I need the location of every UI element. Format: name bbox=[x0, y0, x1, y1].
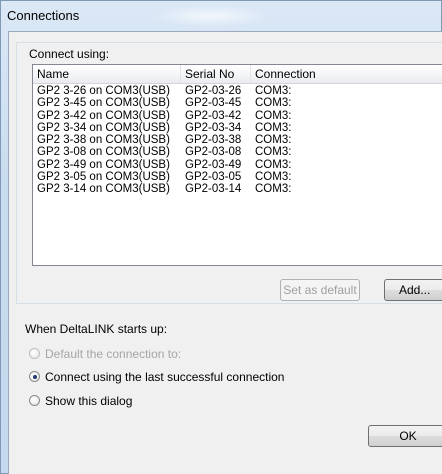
row-name: GP2 3-45 on COM3(USB) bbox=[37, 97, 170, 110]
row-serial: GP2-03-38 bbox=[185, 134, 242, 147]
list-row[interactable]: GP2 3-49 on COM3(USB) GP2-03-49 COM3: bbox=[33, 159, 442, 171]
row-name: GP2 3-05 on COM3(USB) bbox=[37, 171, 170, 184]
row-serial: GP2-03-14 bbox=[185, 183, 242, 196]
list-row[interactable]: GP2 3-42 on COM3(USB) GP2-03-42 COM3: bbox=[33, 110, 442, 122]
set-as-default-button[interactable]: Set as default bbox=[280, 279, 360, 301]
connections-list[interactable]: Name Serial No Connection GP2 3-26 on CO… bbox=[32, 64, 442, 266]
list-row[interactable]: GP2 3-14 on COM3(USB) GP2-03-14 COM3: bbox=[33, 183, 442, 195]
ok-button[interactable]: OK bbox=[368, 425, 442, 447]
row-serial: GP2-03-49 bbox=[185, 158, 242, 171]
row-connection: COM3: bbox=[255, 171, 292, 184]
row-name: GP2 3-14 on COM3(USB) bbox=[37, 183, 170, 196]
row-name: GP2 3-38 on COM3(USB) bbox=[37, 134, 170, 147]
title-bar[interactable]: Connections bbox=[1, 1, 441, 31]
column-header-connection[interactable]: Connection bbox=[251, 65, 442, 83]
radio-label: Show this dialog bbox=[45, 394, 133, 408]
list-row[interactable]: GP2 3-05 on COM3(USB) GP2-03-05 COM3: bbox=[33, 171, 442, 183]
list-row[interactable]: GP2 3-08 on COM3(USB) GP2-03-08 COM3: bbox=[33, 146, 442, 158]
row-serial: GP2-03-26 bbox=[185, 85, 242, 97]
list-row[interactable]: GP2 3-38 on COM3(USB) GP2-03-38 COM3: bbox=[33, 134, 442, 146]
radio-button-checked-icon bbox=[29, 371, 40, 382]
list-row[interactable]: GP2 3-26 on COM3(USB) GP2-03-26 COM3: bbox=[33, 85, 442, 97]
row-name: GP2 3-26 on COM3(USB) bbox=[37, 85, 170, 97]
radio-default-connection[interactable]: Default the connection to: bbox=[29, 346, 289, 362]
row-serial: GP2-03-08 bbox=[185, 146, 242, 159]
list-header: Name Serial No Connection bbox=[33, 65, 442, 84]
row-connection: COM3: bbox=[255, 97, 292, 110]
list-row[interactable]: GP2 3-45 on COM3(USB) GP2-03-45 COM3: bbox=[33, 97, 442, 109]
row-connection: COM3: bbox=[255, 158, 292, 171]
row-serial: GP2-03-42 bbox=[185, 109, 242, 122]
radio-button-icon bbox=[29, 348, 40, 359]
window-title: Connections bbox=[7, 8, 80, 23]
connect-using-label: Connect using: bbox=[27, 47, 112, 61]
add-button[interactable]: Add... bbox=[384, 279, 442, 301]
row-serial: GP2-03-45 bbox=[185, 97, 242, 110]
list-body: GP2 3-26 on COM3(USB) GP2-03-26 COM3: GP… bbox=[33, 85, 442, 196]
row-connection: COM3: bbox=[255, 134, 292, 147]
column-header-serial-no[interactable]: Serial No bbox=[181, 65, 251, 83]
list-row[interactable]: GP2 3-34 on COM3(USB) GP2-03-34 COM3: bbox=[33, 122, 442, 134]
row-connection: COM3: bbox=[255, 109, 292, 122]
row-name: GP2 3-49 on COM3(USB) bbox=[37, 158, 170, 171]
column-header-name[interactable]: Name bbox=[33, 65, 181, 83]
row-connection: COM3: bbox=[255, 85, 292, 97]
radio-last-successful-connection[interactable]: Connect using the last successful connec… bbox=[29, 369, 289, 385]
radio-label: Default the connection to: bbox=[45, 347, 182, 361]
row-name: GP2 3-08 on COM3(USB) bbox=[37, 146, 170, 159]
row-connection: COM3: bbox=[255, 146, 292, 159]
row-serial: GP2-03-05 bbox=[185, 171, 242, 184]
radio-button-icon bbox=[29, 395, 40, 406]
row-serial: GP2-03-34 bbox=[185, 121, 242, 134]
row-connection: COM3: bbox=[255, 121, 292, 134]
row-name: GP2 3-42 on COM3(USB) bbox=[37, 109, 170, 122]
title-bar-glow bbox=[151, 5, 271, 27]
radio-label: Connect using the last successful connec… bbox=[45, 370, 285, 384]
row-name: GP2 3-34 on COM3(USB) bbox=[37, 121, 170, 134]
row-connection: COM3: bbox=[255, 183, 292, 196]
radio-show-this-dialog[interactable]: Show this dialog bbox=[29, 393, 289, 409]
startup-label: When DeltaLINK starts up: bbox=[25, 322, 168, 336]
